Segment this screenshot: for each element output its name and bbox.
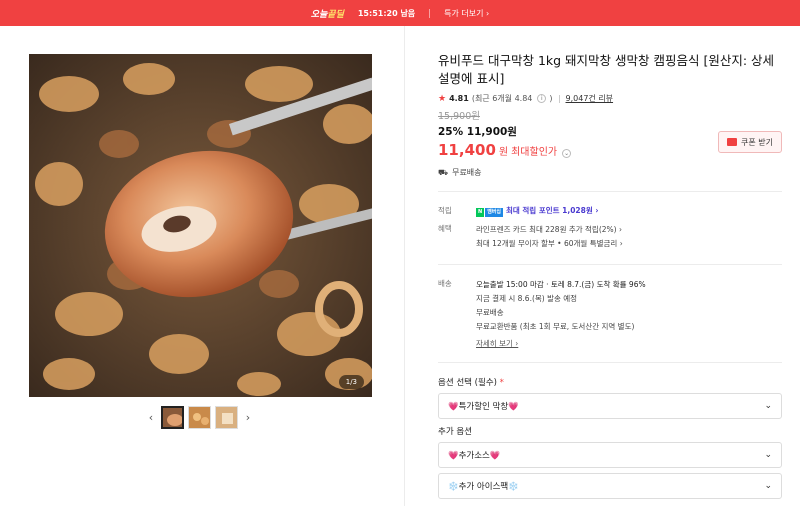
delivery-line-2: 지금 결제 시 8.6.(목) 발송 예정 [476,294,578,303]
deal-timer: 15:51:20 남음 [357,8,416,18]
currency-label: 원 [498,147,509,158]
points-text: 최대 적립 포인트 1,028원 › [506,206,599,215]
rating-row: ★ 4.81 (최근 6개월 4.84 i ) 9,047건 리뷰 [438,93,614,104]
extra-option-icepack-value: ❄️추가 아이스팩❄️ [448,482,519,492]
chevron-right-icon[interactable]: › [242,411,254,424]
chevron-down-icon: ⌄ [764,481,772,491]
benefit-label: 혜택 [438,224,452,233]
section-divider [438,264,782,265]
coupon-label: 쿠폰 받기 [741,137,773,147]
food-photo [29,54,372,397]
section-divider [438,362,782,363]
installment-benefit-link[interactable]: 최대 12개월 무이자 할부 • 60개월 특별금리 › [476,237,782,251]
delivery-detail-link[interactable]: 자세히 보기 › [476,338,518,349]
final-price: 11,400 [438,141,496,159]
required-option-label: 옵션 선택 (필수) * [438,378,504,388]
delivery-line-1: 오늘출발 15:00 마감 · 토레 8.7.(금) 도착 확률 96% [476,280,646,289]
more-deals-link[interactable]: 특가 더보기 › [444,8,489,19]
delivery-label: 배송 [438,279,452,288]
delivery-line-4: 무료교환반품 (최초 1회 무료, 도서산간 지역 별도) [476,322,635,331]
required-option-value: 💗특가할인 막창💗 [448,402,519,412]
benefits-section: 적립 N 멤버십 최대 적립 포인트 1,028원 › 혜택 라인프렌즈 카드 최대… [438,205,782,251]
column-divider [404,26,405,506]
product-main-image[interactable]: 1/3 [29,54,372,397]
deal-brand: 오늘끝딜 [310,9,344,20]
extra-option-icepack-select[interactable]: ❄️추가 아이스팩❄️ ⌄ [438,473,782,499]
chevron-down-icon: ⌄ [764,401,772,411]
max-discount-label[interactable]: 최대할인가 [511,143,557,158]
thumbnail-image [163,408,182,427]
thumbnail-image [216,407,237,428]
deal-banner: 오늘끝딜 15:51:20 남음 특가 더보기 › [0,0,800,26]
section-divider [438,191,782,192]
delivery-line-3: 무료배송 [476,308,504,317]
extra-option-sauce-select[interactable]: 💗추가소스💗 ⌄ [438,442,782,468]
chevron-down-icon: ⌄ [764,450,772,460]
shipping-row: ⛟ 무료배송 [438,167,782,178]
star-icon: ★ [438,93,447,104]
chevron-left-icon[interactable]: ‹ [145,411,157,424]
thumbnail-image [189,407,210,428]
thumbnail-3[interactable] [215,406,238,429]
required-option-select[interactable]: 💗특가할인 막창💗 ⌄ [438,393,782,419]
image-counter: 1/3 [338,375,364,389]
banner-divider [429,8,431,18]
points-row[interactable]: N 멤버십 최대 적립 포인트 1,028원 › [476,205,782,217]
review-count-link[interactable]: 9,047건 리뷰 [566,93,614,104]
coupon-button[interactable]: 쿠폰 받기 [718,131,782,153]
points-label: 적립 [438,206,452,215]
shipping-text: 무료배송 [452,168,482,177]
naver-membership-badge: N 멤버십 [476,208,503,217]
thumbnail-1[interactable] [161,406,184,429]
thumbnail-2[interactable] [188,406,211,429]
extra-option-label: 추가 옵션 [438,427,472,437]
delivery-section: 배송 오늘출발 15:00 마감 · 토레 8.7.(금) 도착 확률 96% … [438,278,782,349]
extra-option-sauce-value: 💗추가소스💗 [448,451,501,461]
chevron-down-icon[interactable]: ⌄ [562,149,572,158]
thumbnail-strip: ‹ › [145,406,254,429]
card-benefit-link[interactable]: 라인프렌즈 카드 최대 228원 추가 적립(2%) › [476,223,782,237]
rating-recent: (최근 6개월 4.84 [471,94,533,103]
original-price: 15,900원 [438,111,480,122]
product-info: 유비푸드 대구막창 1kg 돼지막창 생막창 캠핑음식 [원산지: 상세설명에 … [438,52,782,504]
truck-icon: ⛟ [438,167,449,177]
coupon-icon [727,138,737,146]
product-title: 유비푸드 대구막창 1kg 돼지막창 생막창 캠핑음식 [원산지: 상세설명에 … [438,53,775,86]
info-icon[interactable]: i [537,94,547,103]
rating-divider [558,94,560,103]
rating-score: 4.81 [449,94,469,103]
